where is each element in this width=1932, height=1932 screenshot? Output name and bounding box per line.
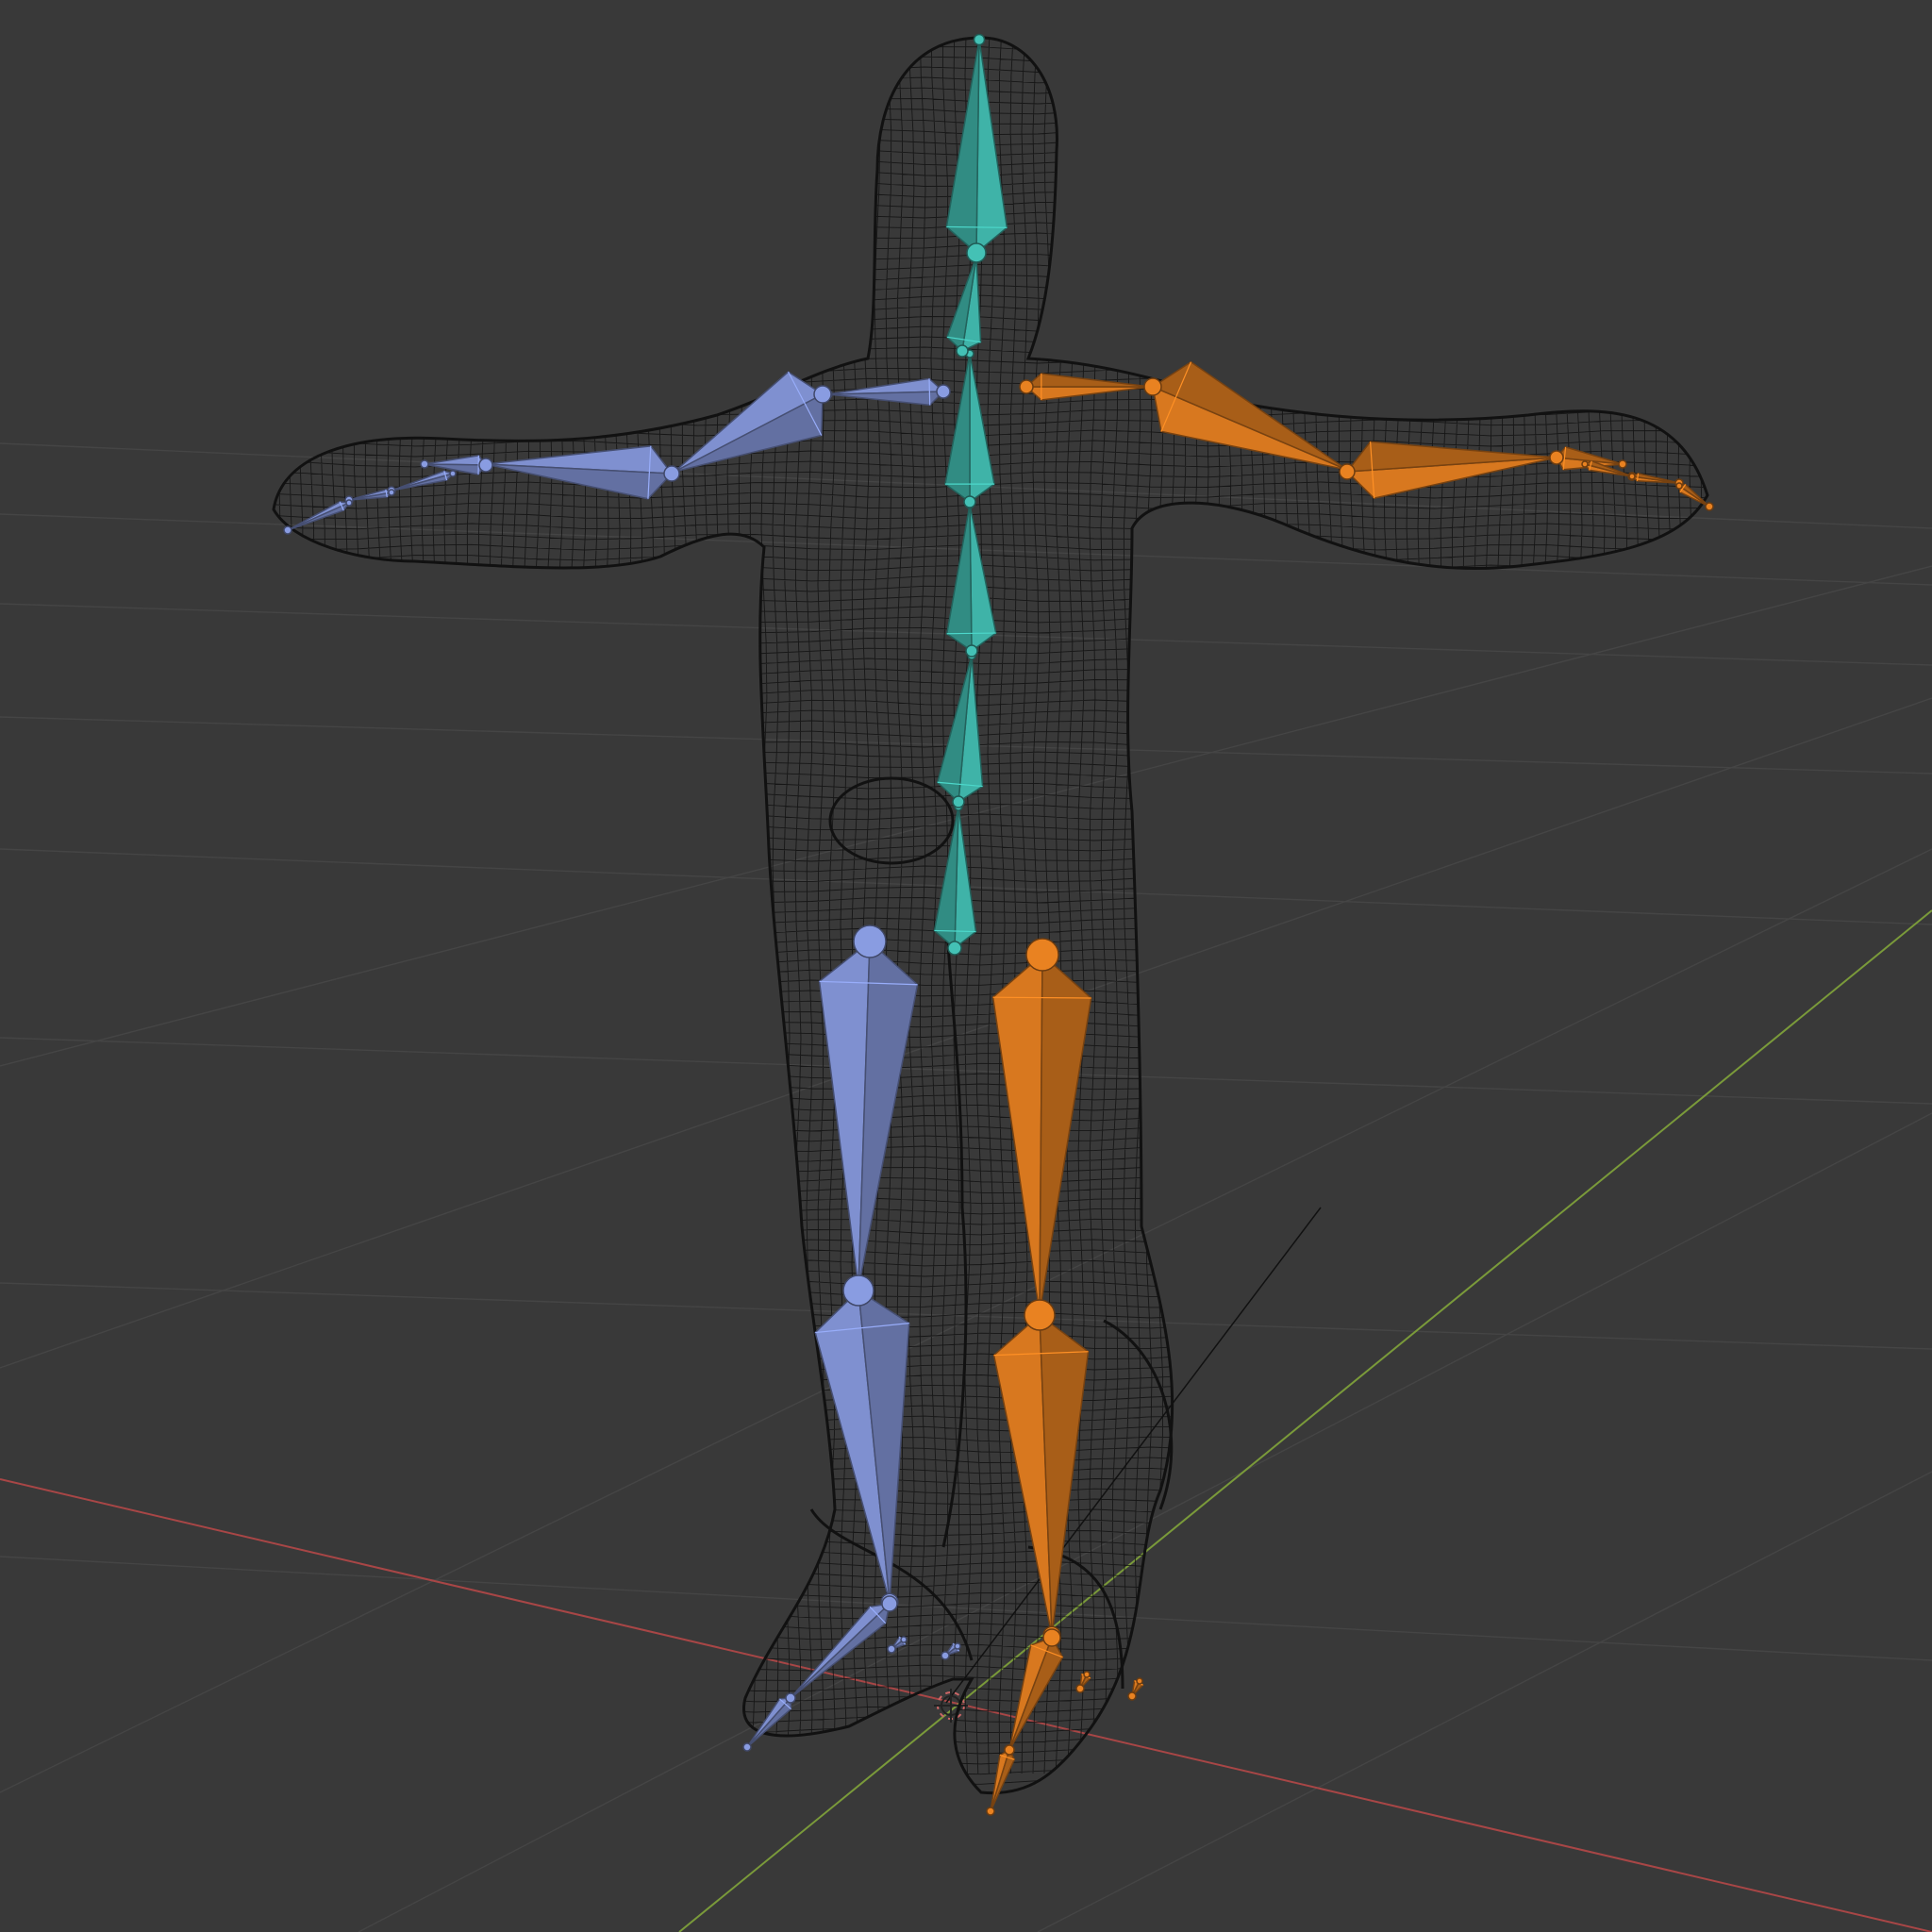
bone-right-shin-head-joint[interactable] — [1024, 1299, 1056, 1331]
bone-right-hand-head-joint[interactable] — [1549, 450, 1564, 465]
bone-spine1-head-joint[interactable] — [965, 644, 978, 658]
bone-right-heel-a-tail-joint[interactable] — [1075, 1684, 1085, 1693]
bone-left-finger-c-tail-joint[interactable] — [283, 525, 292, 535]
bone-right-upperarm-head-joint[interactable] — [1143, 377, 1162, 396]
bone-neck[interactable] — [946, 252, 982, 358]
bone-spine-head-joint[interactable] — [952, 795, 965, 808]
bone-left-finger-b-head-joint[interactable] — [388, 489, 395, 496]
floor-grid — [0, 442, 1932, 1932]
bone-right-shin[interactable] — [992, 1299, 1090, 1644]
bone-right-hand-tail-joint[interactable] — [1618, 459, 1627, 469]
bone-right-finger-c-tail-joint[interactable] — [1705, 502, 1714, 511]
character-mesh-wireframe[interactable] — [245, 19, 1718, 1806]
bone-right-heel-b-tail-joint[interactable] — [1127, 1691, 1137, 1701]
bone-left-finger-a-head-joint[interactable] — [449, 470, 457, 477]
bone-head-tail-joint[interactable] — [973, 33, 986, 46]
bone-left-heel-a-tail-joint[interactable] — [887, 1644, 896, 1654]
bone-right-finger-a-head-joint[interactable] — [1581, 460, 1589, 468]
bone-left-heel-b-head-joint[interactable] — [954, 1642, 961, 1650]
bone-right-shoulder-head-joint[interactable] — [1019, 379, 1034, 394]
bone-left-shoulder[interactable] — [824, 377, 951, 407]
bone-left-finger-b[interactable] — [344, 489, 395, 505]
bone-right-finger-b-head-joint[interactable] — [1628, 473, 1636, 480]
bone-hips-head-joint[interactable] — [947, 941, 962, 956]
mesh-edges — [274, 38, 1707, 1793]
bone-left-shoulder-head-joint[interactable] — [936, 384, 951, 399]
bone-left-toe-tail-joint[interactable] — [742, 1742, 752, 1752]
bone-left-heel-a-head-joint[interactable] — [900, 1636, 908, 1643]
bone-left-finger-c-head-joint[interactable] — [345, 499, 353, 507]
bone-right-foot-head-joint[interactable] — [1042, 1628, 1061, 1647]
bone-right-forearm[interactable] — [1339, 441, 1562, 499]
bone-left-heel-b-tail-joint[interactable] — [941, 1651, 950, 1660]
bone-right-shoulder[interactable] — [1019, 373, 1156, 401]
bone-head[interactable] — [945, 33, 1008, 263]
bone-left-forearm-head-joint[interactable] — [663, 465, 680, 482]
bone-right-heel-b[interactable] — [1127, 1677, 1144, 1701]
bone-right-toe-tail-joint[interactable] — [986, 1807, 995, 1816]
bone-left-thigh-head-joint[interactable] — [853, 924, 887, 958]
bone-left-shin-head-joint[interactable] — [842, 1274, 874, 1307]
bone-right-upperarm[interactable] — [1143, 360, 1353, 475]
bone-left-toe-head-joint[interactable] — [785, 1692, 796, 1704]
3d-viewport[interactable] — [0, 0, 1932, 1932]
bone-right-heel-a[interactable] — [1075, 1671, 1091, 1693]
bone-left-hand-tail-joint[interactable] — [420, 459, 429, 469]
bone-left-heel-b[interactable] — [941, 1642, 961, 1660]
armature[interactable] — [283, 33, 1714, 1816]
bone-spine[interactable] — [936, 651, 984, 808]
bone-right-finger-c-head-joint[interactable] — [1675, 482, 1683, 490]
bone-right-toe[interactable] — [986, 1744, 1016, 1816]
bone-neck-head-joint[interactable] — [956, 344, 969, 358]
viewport-scene[interactable] — [0, 0, 1932, 1932]
bone-left-upperarm-head-joint[interactable] — [813, 385, 832, 404]
bone-spine2-head-joint[interactable] — [963, 495, 976, 508]
bone-right-toe-head-joint[interactable] — [1004, 1744, 1015, 1756]
bone-right-heel-a-head-joint[interactable] — [1083, 1671, 1091, 1678]
bone-right-thigh-head-joint[interactable] — [1025, 938, 1059, 972]
bone-right-forearm-head-joint[interactable] — [1339, 463, 1356, 480]
bone-left-hand-head-joint[interactable] — [478, 458, 493, 473]
bone-head-head-joint[interactable] — [966, 242, 987, 263]
bone-right-heel-b-head-joint[interactable] — [1136, 1677, 1143, 1685]
bone-left-foot-head-joint[interactable] — [881, 1595, 898, 1612]
bone-spine2[interactable] — [944, 349, 995, 508]
